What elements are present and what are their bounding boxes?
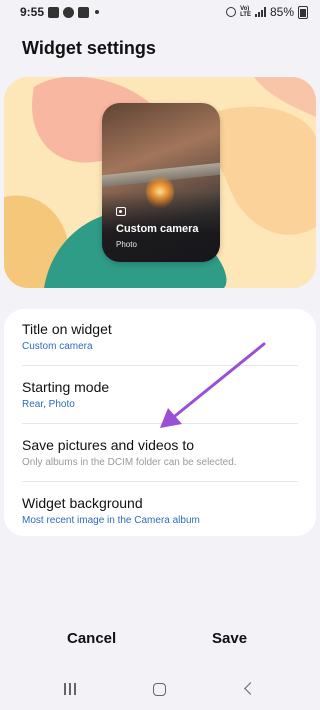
page-title: Widget settings: [22, 38, 156, 58]
status-bar: 9:55 Vo) LTE 85%: [0, 0, 320, 24]
alarm-icon: [226, 7, 237, 17]
widget-preview-title: Custom camera: [116, 223, 199, 235]
home-icon[interactable]: [153, 683, 166, 696]
setting-value: Most recent image in the Camera album: [22, 515, 200, 526]
setting-value: Only albums in the DCIM folder can be se…: [22, 457, 237, 468]
status-right: Vo) LTE 85%: [226, 5, 308, 19]
setting-value: Custom camera: [22, 341, 93, 352]
widget-preview-subtitle: Photo: [116, 240, 137, 249]
setting-label: Widget background: [22, 495, 143, 511]
divider: [22, 365, 298, 366]
app-notification-icon: [78, 6, 90, 18]
recent-apps-icon[interactable]: [64, 683, 76, 695]
navigation-bar: [0, 678, 320, 702]
setting-label: Save pictures and videos to: [22, 437, 194, 453]
save-button[interactable]: Save: [212, 630, 247, 647]
gallery-notification-icon: [48, 6, 60, 18]
settings-list: Title on widget Custom camera Starting m…: [4, 309, 316, 536]
bottom-actions: Cancel Save: [0, 630, 320, 658]
widget-preview: Custom camera Photo: [4, 77, 316, 288]
setting-starting-mode[interactable]: Starting mode Rear, Photo: [22, 379, 298, 410]
whatsapp-notification-icon: [63, 6, 75, 18]
volte-icon: Vo) LTE: [240, 6, 251, 18]
setting-save-location[interactable]: Save pictures and videos to Only albums …: [22, 437, 298, 468]
battery-icon: [298, 5, 308, 19]
setting-label: Title on widget: [22, 321, 112, 337]
widget-preview-card: Custom camera Photo: [102, 103, 220, 262]
cancel-button[interactable]: Cancel: [67, 630, 116, 647]
back-icon[interactable]: [244, 682, 257, 695]
setting-value: Rear, Photo: [22, 399, 75, 410]
status-left: 9:55: [20, 5, 100, 19]
more-notifications-icon: [95, 10, 100, 14]
setting-widget-background[interactable]: Widget background Most recent image in t…: [22, 495, 298, 526]
setting-title-on-widget[interactable]: Title on widget Custom camera: [22, 321, 298, 352]
battery-percent: 85%: [269, 5, 294, 19]
setting-label: Starting mode: [22, 379, 110, 395]
signal-icon: [254, 7, 266, 17]
divider: [22, 423, 298, 424]
divider: [22, 481, 298, 482]
camera-icon: [116, 207, 126, 216]
status-time: 9:55: [20, 5, 45, 19]
